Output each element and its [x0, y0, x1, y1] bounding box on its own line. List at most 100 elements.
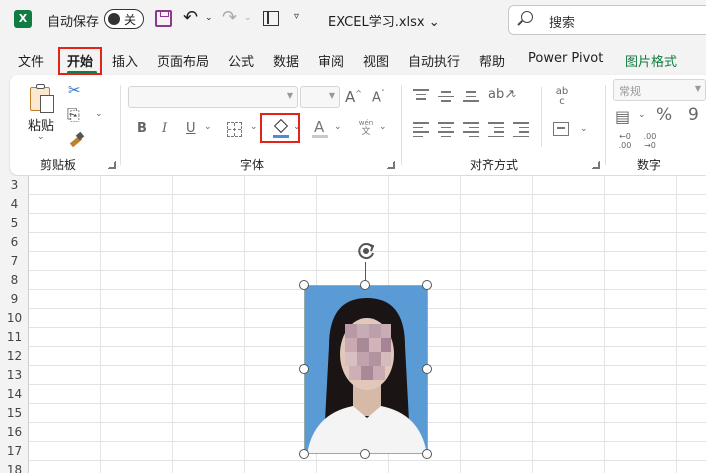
row-number[interactable]: 9 [0, 290, 29, 309]
row-number[interactable]: 17 [0, 442, 29, 461]
bold-icon[interactable]: B [137, 121, 147, 136]
align-right-icon[interactable] [463, 122, 479, 140]
group-separator [605, 85, 606, 165]
row-line [0, 251, 706, 252]
redo-icon[interactable]: ↷ [222, 7, 237, 28]
font-size-combo[interactable]: ▼ [300, 86, 340, 108]
person-photo-image [307, 298, 427, 453]
row-number[interactable]: 18 [0, 461, 29, 473]
undo-icon[interactable]: ↶ [183, 7, 198, 28]
alignment-group-label: 对齐方式 [470, 158, 519, 172]
font-color-icon[interactable]: A [312, 118, 328, 138]
resize-handle-left[interactable] [299, 364, 309, 374]
percent-icon[interactable]: % [656, 105, 672, 125]
underline-icon[interactable]: U [186, 121, 196, 136]
phonetic-guide-icon[interactable]: wén 文 [356, 119, 376, 139]
borders-dropdown-icon[interactable]: ⌄ [250, 122, 258, 132]
increase-decimal-bottom: .00 [618, 141, 632, 150]
row-number[interactable]: 14 [0, 385, 29, 404]
id-photo[interactable] [304, 285, 428, 454]
align-left-icon[interactable] [413, 122, 429, 140]
currency-icon[interactable]: ▤ [615, 107, 630, 126]
grow-font-icon[interactable]: A^ [345, 88, 362, 106]
borders-icon[interactable] [227, 122, 242, 137]
row-number[interactable]: 10 [0, 309, 29, 328]
resize-handle-top-right[interactable] [422, 280, 432, 290]
underline-dropdown-icon[interactable]: ⌄ [204, 122, 212, 132]
row-number[interactable]: 16 [0, 423, 29, 442]
clipboard-launcher-icon[interactable] [108, 161, 116, 169]
tab-insert[interactable]: 插入 [112, 51, 138, 70]
tab-formulas[interactable]: 公式 [228, 51, 254, 70]
file-name[interactable]: EXCEL学习.xlsx ⌄ [328, 11, 440, 30]
decrease-decimal-icon[interactable]: .00 →0 [640, 132, 660, 150]
align-bottom-icon[interactable] [463, 91, 479, 105]
wrap-text-icon[interactable]: ab c [552, 87, 572, 107]
phonetic-dropdown-icon[interactable]: ⌄ [379, 122, 387, 132]
resize-handle-top-left[interactable] [299, 280, 309, 290]
undo-dropdown-icon[interactable]: ⌄ [205, 13, 213, 23]
row-number[interactable]: 7 [0, 252, 29, 271]
row-number[interactable]: 12 [0, 347, 29, 366]
increase-indent-icon[interactable] [513, 122, 529, 140]
tab-file[interactable]: 文件 [18, 51, 44, 70]
tab-page-layout[interactable]: 页面布局 [157, 51, 209, 70]
row-line [0, 232, 706, 233]
font-color-dropdown-icon[interactable]: ⌄ [334, 122, 342, 132]
file-name-text: EXCEL学习.xlsx [328, 15, 425, 30]
row-line [0, 194, 706, 195]
orientation-dropdown-icon[interactable]: ⌄ [510, 90, 518, 100]
font-name-combo[interactable]: ▼ [128, 86, 298, 108]
currency-dropdown-icon[interactable]: ⌄ [638, 110, 646, 120]
row-number[interactable]: 15 [0, 404, 29, 423]
alignment-launcher-icon[interactable] [592, 161, 600, 169]
resize-handle-bottom-left[interactable] [299, 449, 309, 459]
customize-toolbar-icon[interactable]: ▿ [294, 11, 299, 22]
align-middle-icon[interactable] [438, 91, 454, 105]
rotate-handle-icon[interactable] [355, 240, 377, 262]
shrink-font-icon[interactable]: Aˇ [372, 89, 385, 105]
row-number[interactable]: 13 [0, 366, 29, 385]
merge-center-icon[interactable] [553, 122, 569, 136]
copy-dropdown-icon[interactable]: ⌄ [95, 109, 103, 119]
resize-handle-right[interactable] [422, 364, 432, 374]
search-box[interactable]: 搜索 [508, 5, 706, 35]
merge-dropdown-icon[interactable]: ⌄ [580, 124, 588, 134]
align-center-icon[interactable] [438, 122, 454, 140]
resize-handle-bottom-right[interactable] [422, 449, 432, 459]
title-bar: X 自动保存 关 ↶ ⌄ ↷ ⌄ ▿ EXCEL学习.xlsx ⌄ 搜索 [0, 0, 706, 40]
save-icon[interactable] [155, 10, 172, 27]
tab-help[interactable]: 帮助 [479, 51, 505, 70]
row-number[interactable]: 5 [0, 214, 29, 233]
comma-style-icon[interactable]: 9 [688, 105, 699, 125]
tab-automate[interactable]: 自动执行 [408, 51, 460, 70]
italic-icon[interactable]: I [162, 121, 167, 136]
tab-picture-format[interactable]: 图片格式 [625, 51, 677, 70]
ribbon-home: 粘贴 ⌄ ✂ ⎘ ⌄ 剪贴板 ▼ ▼ A^ Aˇ B I U ⌄ ⌄ ⌄ A ⌄… [10, 75, 706, 175]
row-number[interactable]: 6 [0, 233, 29, 252]
format-painter-icon[interactable] [68, 131, 85, 149]
row-number[interactable]: 3 [0, 176, 29, 195]
tab-view[interactable]: 视图 [363, 51, 389, 70]
number-format-combo[interactable]: 常规 ▼ [613, 79, 706, 101]
layout-icon[interactable] [263, 11, 279, 26]
decrease-indent-icon[interactable] [488, 122, 504, 140]
resize-handle-bottom[interactable] [360, 449, 370, 459]
resize-handle-top[interactable] [360, 280, 370, 290]
row-number[interactable]: 4 [0, 195, 29, 214]
tab-power-pivot[interactable]: Power Pivot [528, 51, 603, 66]
increase-decimal-icon[interactable]: ←0 .00 [615, 132, 635, 150]
row-number[interactable]: 11 [0, 328, 29, 347]
font-launcher-icon[interactable] [387, 161, 395, 169]
increase-decimal-top: ←0 [619, 132, 631, 141]
tab-review[interactable]: 审阅 [318, 51, 344, 70]
align-top-icon[interactable] [413, 89, 429, 103]
tab-data[interactable]: 数据 [273, 51, 299, 70]
paste-dropdown-icon[interactable]: ⌄ [37, 132, 45, 142]
copy-icon[interactable]: ⎘ [67, 105, 80, 125]
paste-icon[interactable] [30, 83, 56, 113]
row-number[interactable]: 8 [0, 271, 29, 290]
redo-dropdown-icon[interactable]: ⌄ [244, 13, 252, 23]
cut-icon[interactable]: ✂ [68, 81, 81, 99]
autosave-toggle[interactable]: 关 [104, 9, 144, 29]
